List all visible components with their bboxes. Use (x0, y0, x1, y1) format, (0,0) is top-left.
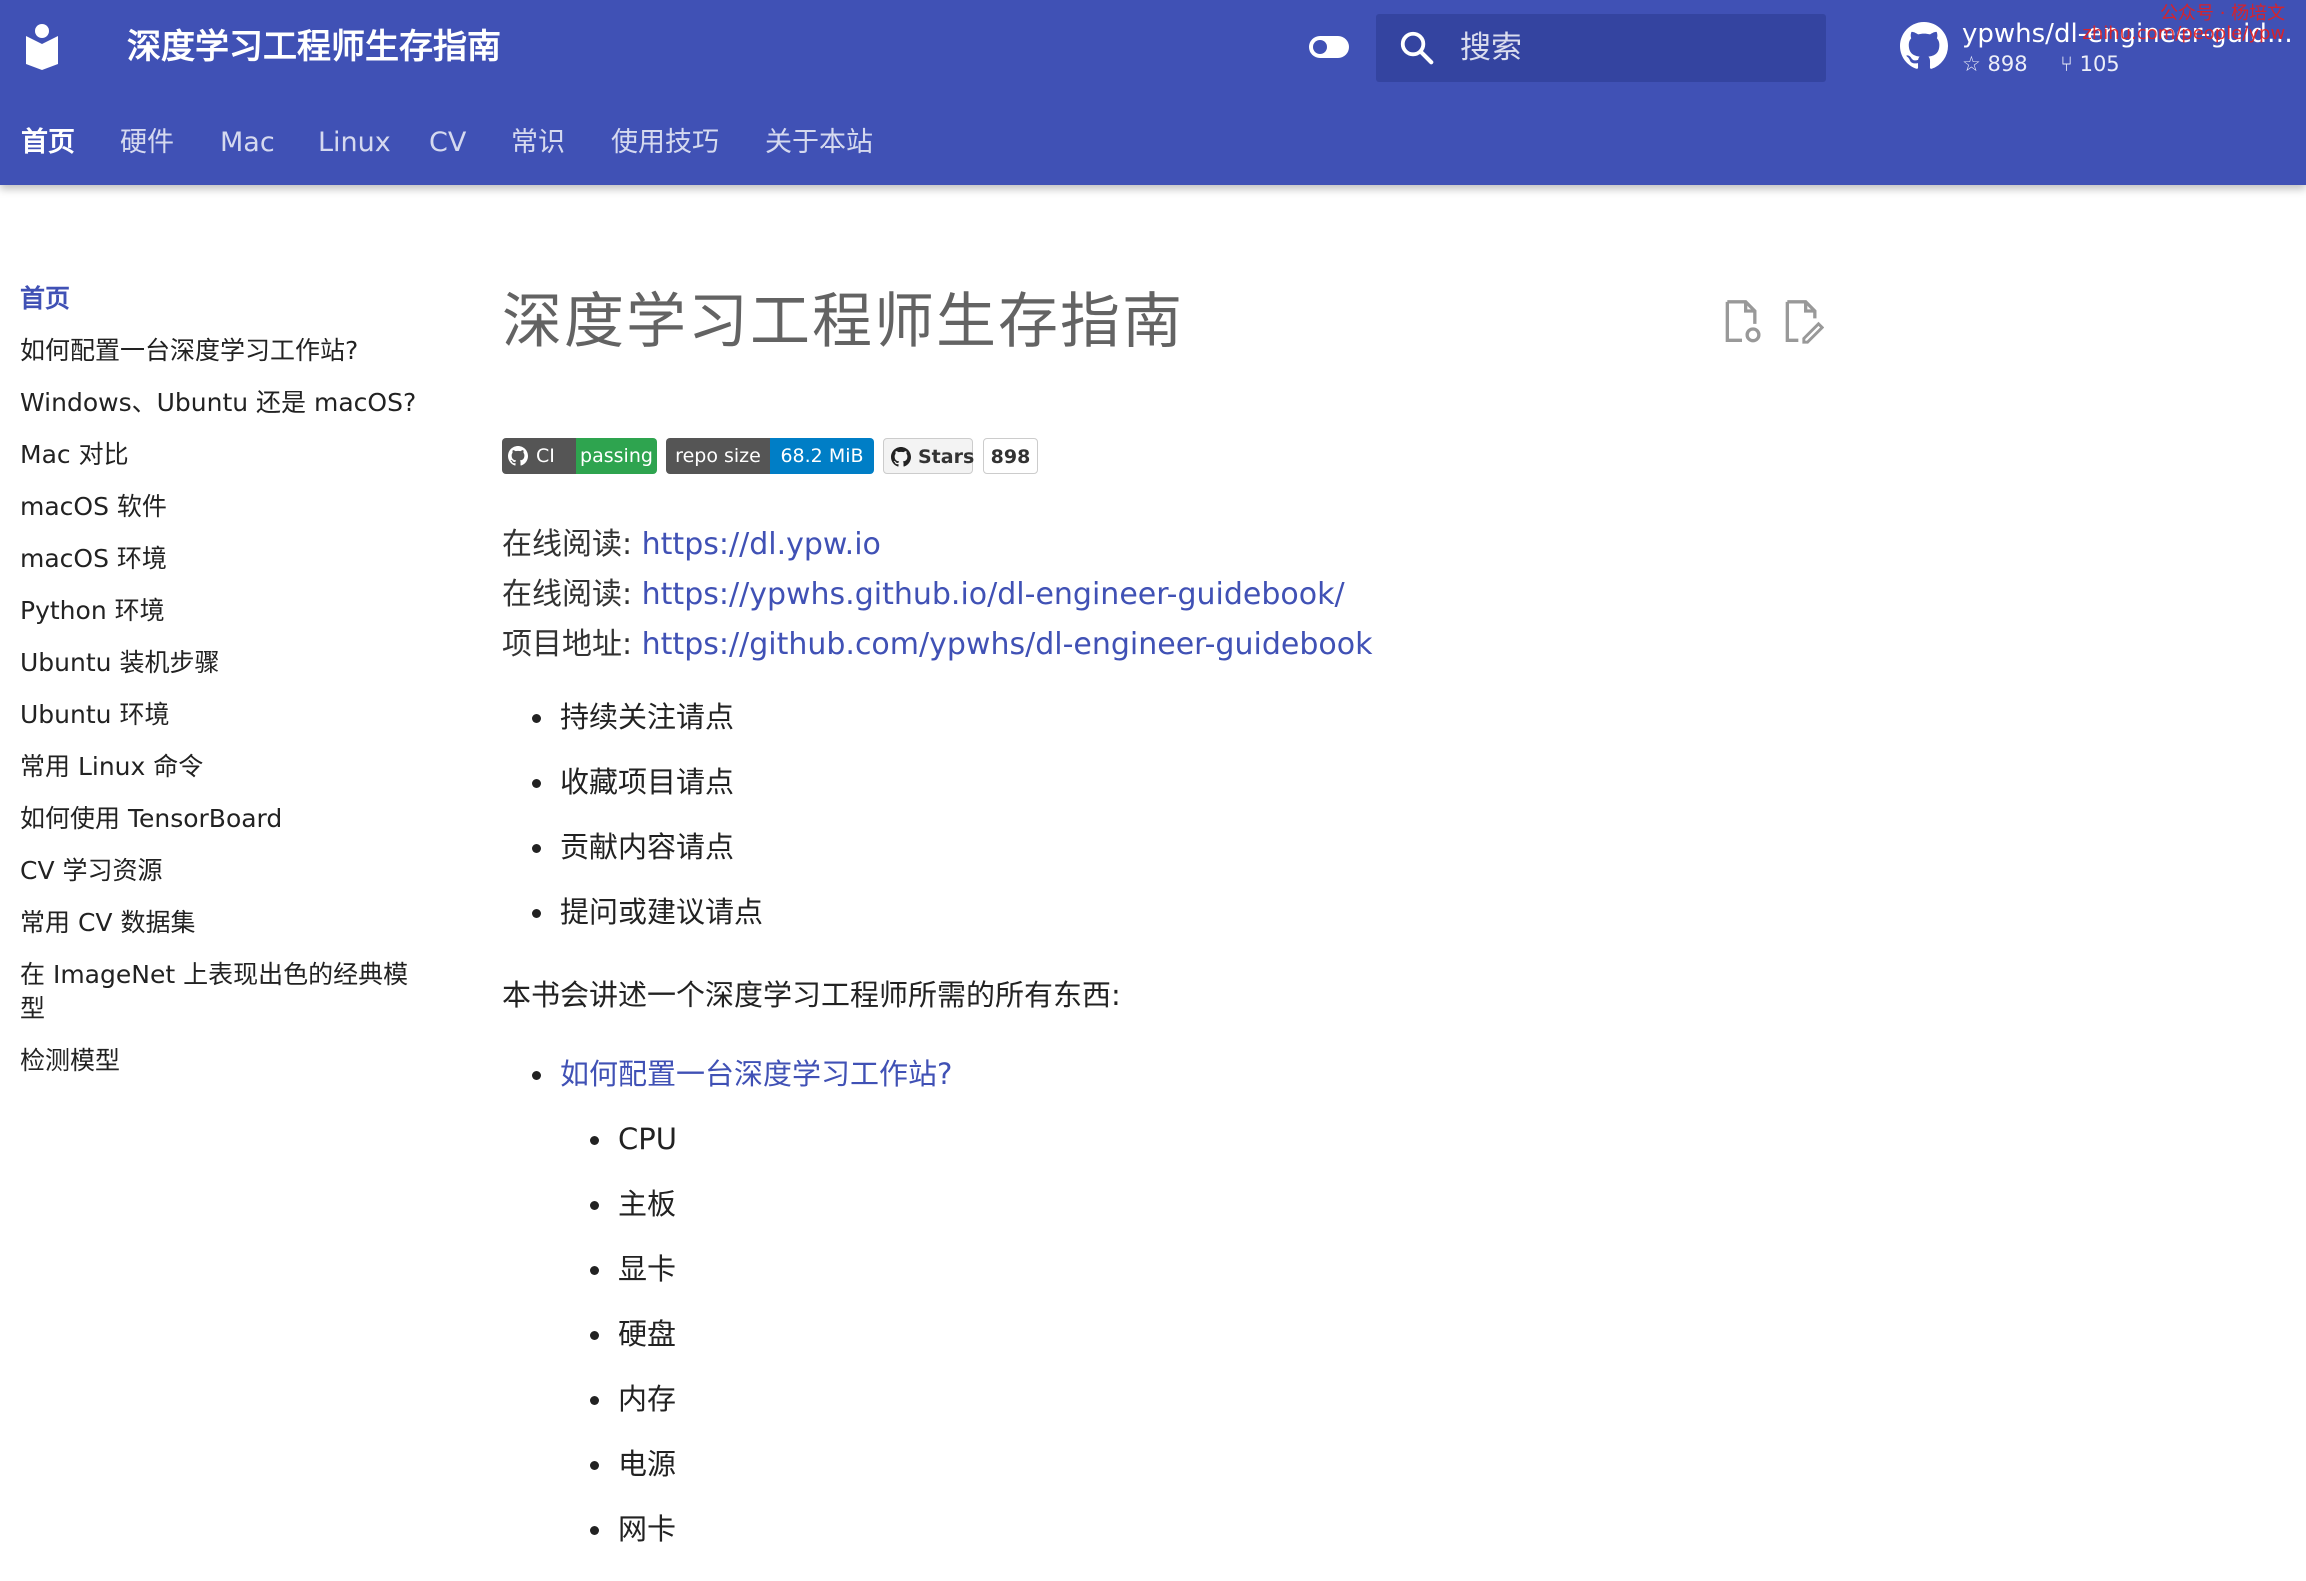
tab-hardware[interactable]: 硬件 (120, 115, 174, 171)
sidebar-item-workstation[interactable]: 如何配置一台深度学习工作站? (20, 334, 440, 368)
stars-badge-count: 898 (983, 438, 1038, 474)
stars-badge-label: Stars (918, 446, 975, 468)
ci-badge[interactable]: CI passing (502, 438, 657, 474)
repo-facts: ☆ 898 ⑂ 105 (1962, 50, 2146, 78)
search-box[interactable]: 搜索 (1376, 14, 1826, 82)
github-icon (1900, 22, 1948, 69)
sidebar-item-macos-software[interactable]: macOS 软件 (20, 490, 440, 524)
main-content: 深度学习工程师生存指南 CI passing repo size 68.2 Mi… (502, 270, 1824, 1546)
sidebar-item-imagenet-models[interactable]: 在 ImageNet 上表现出色的经典模型 (20, 958, 430, 1026)
online-read-link-2[interactable]: https://ypwhs.github.io/dl-engineer-guid… (642, 577, 1345, 612)
sidebar-item-tensorboard[interactable]: 如何使用 TensorBoard (20, 802, 440, 836)
repo-stars: ☆ 898 (1962, 52, 2028, 76)
list-item: 显卡 (560, 1247, 677, 1291)
tab-home[interactable]: 首页 (21, 115, 75, 171)
list-item: 提问或建议请点 (502, 890, 763, 934)
ci-badge-status: passing (576, 438, 657, 474)
top-header: 深度学习工程师生存指南 搜索 ypwhs/dl-engineer-guidebo… (0, 0, 2306, 185)
repo-size-badge[interactable]: repo size 68.2 MiB (666, 438, 874, 474)
view-source-icon[interactable] (1720, 298, 1764, 346)
info-label: 项目地址: (502, 627, 633, 662)
sidebar-item-home[interactable]: 首页 (20, 282, 440, 316)
info-links: 在线阅读: https://dl.ypw.io 在线阅读: https://yp… (502, 520, 1372, 670)
list-item: 贡献内容请点 (502, 825, 763, 869)
github-icon (891, 447, 911, 467)
sidebar-item-mac-compare[interactable]: Mac 对比 (20, 438, 440, 472)
toc-item: 如何配置一台深度学习工作站? (502, 1052, 952, 1096)
color-scheme-toggle[interactable] (1309, 36, 1349, 58)
search-input[interactable]: 搜索 (1460, 14, 1522, 82)
watermark-line-1: 公众号 · 杨培文 (2160, 3, 2286, 24)
list-item: 持续关注请点 (502, 695, 763, 739)
site-title[interactable]: 深度学习工程师生存指南 (127, 22, 501, 72)
github-icon (508, 446, 528, 466)
list-item: CPU (560, 1117, 677, 1161)
sidebar-item-cv-datasets[interactable]: 常用 CV 数据集 (20, 906, 440, 940)
toc-link-workstation[interactable]: 如何配置一台深度学习工作站? (560, 1057, 952, 1091)
page-title: 深度学习工程师生存指南 (502, 287, 1184, 357)
info-label: 在线阅读: (502, 577, 633, 612)
list-item: 网卡 (560, 1507, 677, 1551)
stars-badge-label-seg: Stars (883, 438, 975, 474)
list-item: 电源 (560, 1442, 677, 1486)
online-read-row-2: 在线阅读: https://ypwhs.github.io/dl-enginee… (502, 570, 1372, 620)
watermark-line-2: zhihu.com/people/ypw (2082, 23, 2286, 44)
tab-common-sense[interactable]: 常识 (511, 115, 565, 171)
page-actions (1720, 298, 1830, 348)
toc-list: 如何配置一台深度学习工作站? (502, 1052, 952, 1117)
tab-mac[interactable]: Mac (220, 115, 275, 171)
search-icon (1400, 31, 1434, 65)
online-read-link-1[interactable]: https://dl.ypw.io (642, 527, 881, 562)
sidebar-item-linux-commands[interactable]: 常用 Linux 命令 (20, 750, 440, 784)
tab-cv[interactable]: CV (429, 115, 466, 171)
sidebar-item-python-env[interactable]: Python 环境 (20, 594, 440, 628)
tab-linux[interactable]: Linux (318, 115, 391, 171)
book-logo-icon[interactable] (22, 22, 62, 70)
list-item: 硬盘 (560, 1312, 677, 1356)
repo-size-label: repo size (666, 438, 770, 474)
sidebar-item-os-choice[interactable]: Windows、Ubuntu 还是 macOS? (20, 386, 440, 420)
repo-forks-count: 105 (2079, 52, 2120, 76)
info-label: 在线阅读: (502, 527, 633, 562)
repo-stars-count: 898 (1987, 52, 2028, 76)
intro-text: 本书会讲述一个深度学习工程师所需的所有东西: (502, 978, 1121, 1012)
sidebar-item-detection-models[interactable]: 检测模型 (20, 1044, 440, 1078)
sidebar-item-ubuntu-env[interactable]: Ubuntu 环境 (20, 698, 440, 732)
list-item: 主板 (560, 1182, 677, 1226)
project-address-link[interactable]: https://github.com/ypwhs/dl-engineer-gui… (642, 627, 1373, 662)
sidebar-item-cv-resources[interactable]: CV 学习资源 (20, 854, 440, 888)
repo-size-value: 68.2 MiB (770, 438, 874, 474)
sidebar-item-ubuntu-install[interactable]: Ubuntu 装机步骤 (20, 646, 440, 680)
sidebar-nav: 首页 如何配置一台深度学习工作站? Windows、Ubuntu 还是 macO… (20, 282, 440, 1096)
online-read-row-1: 在线阅读: https://dl.ypw.io (502, 520, 1372, 570)
tab-about[interactable]: 关于本站 (765, 115, 873, 171)
sidebar-item-macos-env[interactable]: macOS 环境 (20, 542, 440, 576)
ci-badge-label-seg: CI (502, 438, 576, 474)
edit-page-icon[interactable] (1780, 298, 1824, 346)
action-bullet-list: 持续关注请点 收藏项目请点 贡献内容请点 提问或建议请点 (502, 695, 763, 955)
tab-tips[interactable]: 使用技巧 (611, 115, 719, 171)
repo-forks: ⑂ 105 (2060, 52, 2120, 76)
watermark: 公众号 · 杨培文 zhihu.com/people/ypw (2070, 4, 2285, 44)
project-address-row: 项目地址: https://github.com/ypwhs/dl-engine… (502, 620, 1372, 670)
list-item: 收藏项目请点 (502, 760, 763, 804)
ci-badge-label: CI (536, 445, 555, 467)
list-item: 内存 (560, 1377, 677, 1421)
github-stars-badge[interactable]: Stars 898 (883, 438, 1038, 474)
toc-sub-list: CPU 主板 显卡 硬盘 内存 电源 网卡 (560, 1117, 677, 1572)
